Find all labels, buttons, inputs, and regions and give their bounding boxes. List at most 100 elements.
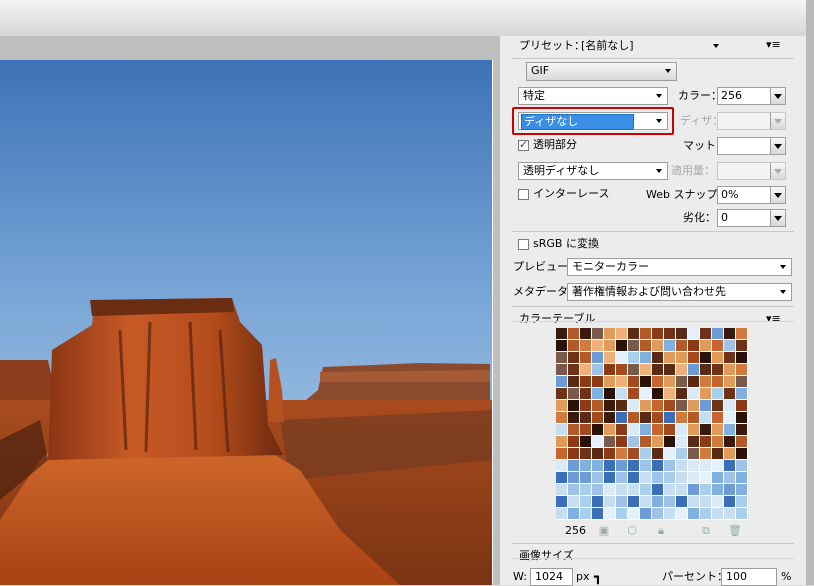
color-reduction-dropdown[interactable]: 特定 — [518, 87, 668, 105]
color-swatch[interactable] — [724, 436, 736, 448]
color-swatch[interactable] — [652, 376, 664, 388]
amount-combo[interactable] — [717, 162, 786, 180]
color-swatch[interactable] — [664, 352, 676, 364]
color-swatch[interactable] — [640, 424, 652, 436]
color-swatch[interactable] — [604, 400, 616, 412]
color-swatch[interactable] — [628, 364, 640, 376]
color-swatch[interactable] — [568, 496, 580, 508]
color-swatch[interactable] — [604, 352, 616, 364]
color-swatch[interactable] — [652, 448, 664, 460]
color-swatch[interactable] — [556, 424, 568, 436]
color-swatch[interactable] — [604, 424, 616, 436]
color-swatch[interactable] — [592, 436, 604, 448]
color-swatch[interactable] — [604, 388, 616, 400]
color-swatch[interactable] — [556, 364, 568, 376]
color-swatch[interactable] — [592, 472, 604, 484]
color-swatch[interactable] — [628, 448, 640, 460]
color-swatch[interactable] — [616, 328, 628, 340]
color-swatch[interactable] — [700, 376, 712, 388]
dither-amount-combo[interactable] — [717, 112, 786, 130]
chevron-down-icon[interactable] — [770, 187, 785, 203]
color-swatch[interactable] — [556, 472, 568, 484]
color-swatch[interactable] — [736, 400, 748, 412]
color-swatch[interactable] — [724, 448, 736, 460]
color-swatch[interactable] — [736, 424, 748, 436]
color-swatch[interactable] — [688, 484, 700, 496]
color-swatch[interactable] — [652, 508, 664, 520]
color-swatch[interactable] — [580, 424, 592, 436]
color-swatch[interactable] — [640, 352, 652, 364]
color-swatch[interactable] — [580, 460, 592, 472]
metadata-dropdown[interactable]: 著作権情報および問い合わせ先 — [567, 283, 792, 301]
color-swatch[interactable] — [604, 484, 616, 496]
color-swatch[interactable] — [688, 340, 700, 352]
color-swatch[interactable] — [604, 508, 616, 520]
color-swatch[interactable] — [688, 400, 700, 412]
preview-dropdown[interactable]: モニターカラー — [567, 258, 792, 276]
color-swatch[interactable] — [688, 376, 700, 388]
color-swatch[interactable] — [568, 412, 580, 424]
color-swatch[interactable] — [592, 352, 604, 364]
color-swatch[interactable] — [676, 412, 688, 424]
color-swatch[interactable] — [652, 412, 664, 424]
web-shift-icon[interactable]: ▣ — [598, 525, 610, 537]
color-swatch[interactable] — [640, 376, 652, 388]
transparency-checkbox[interactable] — [518, 138, 529, 151]
color-swatch[interactable] — [700, 388, 712, 400]
panel-menu-icon[interactable]: ▾≡ — [766, 38, 781, 51]
color-swatch[interactable] — [664, 340, 676, 352]
color-swatch[interactable] — [604, 412, 616, 424]
color-swatch[interactable] — [580, 364, 592, 376]
srgb-checkbox[interactable] — [518, 239, 529, 250]
color-swatch[interactable] — [676, 364, 688, 376]
color-swatch[interactable] — [616, 460, 628, 472]
color-swatch[interactable] — [568, 508, 580, 520]
color-swatch[interactable] — [736, 412, 748, 424]
color-swatch[interactable] — [712, 412, 724, 424]
color-swatch[interactable] — [556, 496, 568, 508]
color-swatch[interactable] — [724, 460, 736, 472]
color-swatch[interactable] — [676, 352, 688, 364]
color-swatch[interactable] — [628, 376, 640, 388]
color-swatch[interactable] — [568, 460, 580, 472]
color-swatch[interactable] — [628, 352, 640, 364]
color-swatch[interactable] — [712, 364, 724, 376]
color-swatch[interactable] — [700, 340, 712, 352]
color-swatch[interactable] — [712, 472, 724, 484]
color-swatch[interactable] — [556, 484, 568, 496]
color-swatch[interactable] — [676, 460, 688, 472]
color-swatch[interactable] — [652, 460, 664, 472]
chevron-down-icon[interactable] — [770, 113, 785, 129]
color-swatch[interactable] — [580, 484, 592, 496]
color-swatch[interactable] — [700, 364, 712, 376]
color-swatch[interactable] — [616, 412, 628, 424]
color-swatch[interactable] — [664, 388, 676, 400]
chevron-down-icon[interactable] — [770, 88, 785, 104]
trash-icon[interactable]: 🗑︎ — [728, 525, 742, 537]
color-swatch[interactable] — [568, 328, 580, 340]
color-swatch[interactable] — [616, 436, 628, 448]
color-swatch[interactable] — [676, 484, 688, 496]
interlace-checkbox[interactable] — [518, 189, 529, 200]
preset-dropdown[interactable]: [名前なし] — [576, 37, 725, 55]
color-swatch[interactable] — [736, 436, 748, 448]
percent-input[interactable]: 100 — [721, 568, 777, 586]
color-swatch[interactable] — [580, 436, 592, 448]
color-swatch[interactable] — [688, 412, 700, 424]
color-swatch[interactable] — [652, 340, 664, 352]
color-swatch[interactable] — [700, 352, 712, 364]
color-swatch[interactable] — [568, 388, 580, 400]
color-swatch[interactable] — [700, 460, 712, 472]
color-swatch[interactable] — [640, 508, 652, 520]
color-swatch[interactable] — [604, 376, 616, 388]
color-swatch[interactable] — [736, 472, 748, 484]
color-swatch[interactable] — [676, 376, 688, 388]
color-swatch[interactable] — [556, 376, 568, 388]
color-swatch[interactable] — [712, 376, 724, 388]
colors-combo[interactable]: 256 — [717, 87, 786, 105]
color-swatch[interactable] — [616, 448, 628, 460]
color-swatch[interactable] — [700, 448, 712, 460]
color-swatch[interactable] — [700, 508, 712, 520]
color-swatch[interactable] — [592, 340, 604, 352]
color-swatch[interactable] — [664, 328, 676, 340]
